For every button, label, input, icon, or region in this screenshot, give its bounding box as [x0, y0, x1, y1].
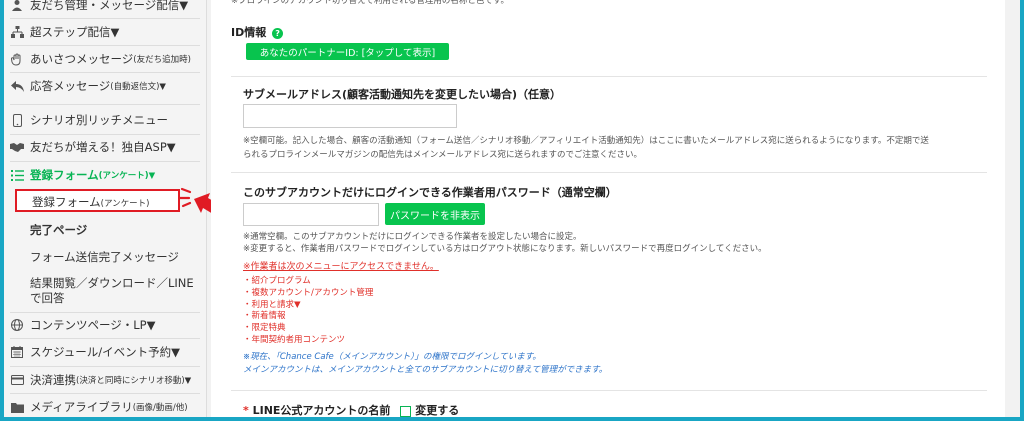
section-divider: [231, 172, 987, 173]
main-content: ※プロラインのアカウント切り替えで利用される管理用の名称と色です。 ID情報 ?…: [211, 0, 1005, 417]
divider: [10, 338, 200, 339]
restricted-menu-list: ・紹介プログラム ・複数アカウント/アカウント管理 ・利用と請求▼ ・新着情報 …: [243, 276, 373, 347]
subitem-results[interactable]: 結果閲覧／ダウンロード／LINE で回答: [30, 276, 198, 306]
sub-email-title: サブメールアドレス(顧客活動通知先を変更したい場合)（任意）: [243, 88, 562, 101]
mobile-icon: [10, 113, 24, 127]
section-divider: [231, 390, 987, 391]
partner-id-button[interactable]: あなたのパートナーID: [タップして表示]: [246, 43, 449, 60]
reply-icon: [10, 79, 24, 93]
id-section-title: ID情報 ?: [231, 24, 284, 40]
divider: [10, 161, 200, 162]
divider: [10, 18, 200, 19]
list-item: ・限定特典: [243, 323, 286, 334]
question-icon[interactable]: ?: [272, 27, 284, 39]
subitem-complete-message[interactable]: フォーム送信完了メッセージ: [30, 249, 198, 265]
top-note: ※プロラインのアカウント切り替えで利用される管理用の名称と色です。: [231, 0, 510, 6]
main-account-note: メインアカウントは、メインアカウントと全てのサブアカウントに切り替えて管理ができ…: [243, 365, 608, 375]
list-item: ・年間契約者用コンテンツ: [243, 334, 346, 345]
globe-icon: [10, 318, 24, 332]
list-item: ・新着情報: [243, 311, 286, 322]
subitem-form[interactable]: 登録フォーム(アンケート): [32, 194, 198, 210]
restricted-warning: ※作業者は次のメニューにアクセスできません。: [243, 262, 439, 272]
sidebar-item-contents[interactable]: コンテンツページ・LP▼: [10, 314, 200, 336]
calendar-icon: [10, 345, 24, 359]
divider: [10, 366, 200, 367]
sidebar-item-reply[interactable]: 応答メッセージ (自動返信文)▼: [10, 75, 200, 97]
sidebar-item-asp[interactable]: 友だちが増える！独自ASP▼: [10, 136, 200, 158]
list-item: ・紹介プログラム: [243, 276, 311, 286]
sidebar-item-payment[interactable]: 決済連携 (決済と同時にシナリオ移動)▼: [10, 369, 200, 391]
sub-email-input[interactable]: [243, 104, 457, 128]
sidebar-item-step[interactable]: 超ステップ配信▼: [10, 21, 200, 43]
line-name-title: * LINE公式アカウントの名前 変更する: [243, 404, 460, 417]
folder-icon: [10, 400, 24, 414]
sub-email-note-1: ※空欄可能。記入した場合、顧客の活動通知（フォーム送信／シナリオ移動／アフィリエ…: [243, 136, 929, 146]
worker-password-input[interactable]: [243, 203, 379, 226]
divider: [10, 45, 200, 46]
password-title: このサブアカウントだけにログインできる作業者用パスワード（通常空欄）: [243, 186, 617, 199]
app-frame: 友だち管理・メッセージ配信▼ 超ステップ配信▼ あいさつメッセージ (友だち追加時…: [4, 0, 1020, 417]
password-note-2: ※変更すると、作業者用パスワードでログインしている方はログアウト状態になります。…: [243, 244, 767, 254]
divider: [10, 104, 200, 105]
list-icon: [10, 168, 24, 182]
person-icon: [10, 0, 24, 12]
divider: [10, 393, 200, 394]
sidebar-item-friends[interactable]: 友だち管理・メッセージ配信▼: [10, 0, 200, 16]
sub-email-note-2: られるプロラインメールマガジンの配信先はメインメールアドレス宛に送られますのでご…: [243, 150, 642, 160]
sidebar-item-form[interactable]: 登録フォーム (アンケート)▼: [10, 164, 200, 186]
list-item: ・利用と請求▼: [243, 299, 301, 310]
sitemap-icon: [10, 25, 24, 39]
current-login-note: ※現在、「Chance Cafe（メインアカウント）」の権限でログインしています…: [243, 352, 541, 362]
sidebar-item-schedule[interactable]: スケジュール/イベント予約▼: [10, 341, 200, 363]
subitem-complete-page[interactable]: 完了ページ: [30, 222, 198, 238]
sidebar-item-greeting[interactable]: あいさつメッセージ (友だち追加時): [10, 48, 200, 70]
section-divider: [231, 76, 987, 77]
change-checkbox[interactable]: [400, 405, 412, 417]
divider: [10, 72, 200, 73]
sidebar-item-media[interactable]: メディアライブラリ (画像/動画/他): [10, 396, 200, 417]
divider: [10, 312, 200, 313]
password-note-1: ※通常空欄。このサブアカウントだけにログインできる作業者を設定したい場合に設定。: [243, 232, 582, 242]
hand-icon: [10, 52, 24, 66]
divider: [10, 134, 200, 135]
hide-password-button[interactable]: パスワードを非表示: [385, 203, 485, 225]
list-item: ・複数アカウント/アカウント管理: [243, 287, 374, 298]
sidebar-item-rich-menu[interactable]: シナリオ別リッチメニュー: [10, 109, 200, 131]
card-icon: [10, 373, 24, 387]
change-label[interactable]: 変更する: [415, 404, 459, 417]
handshake-icon: [10, 140, 24, 154]
